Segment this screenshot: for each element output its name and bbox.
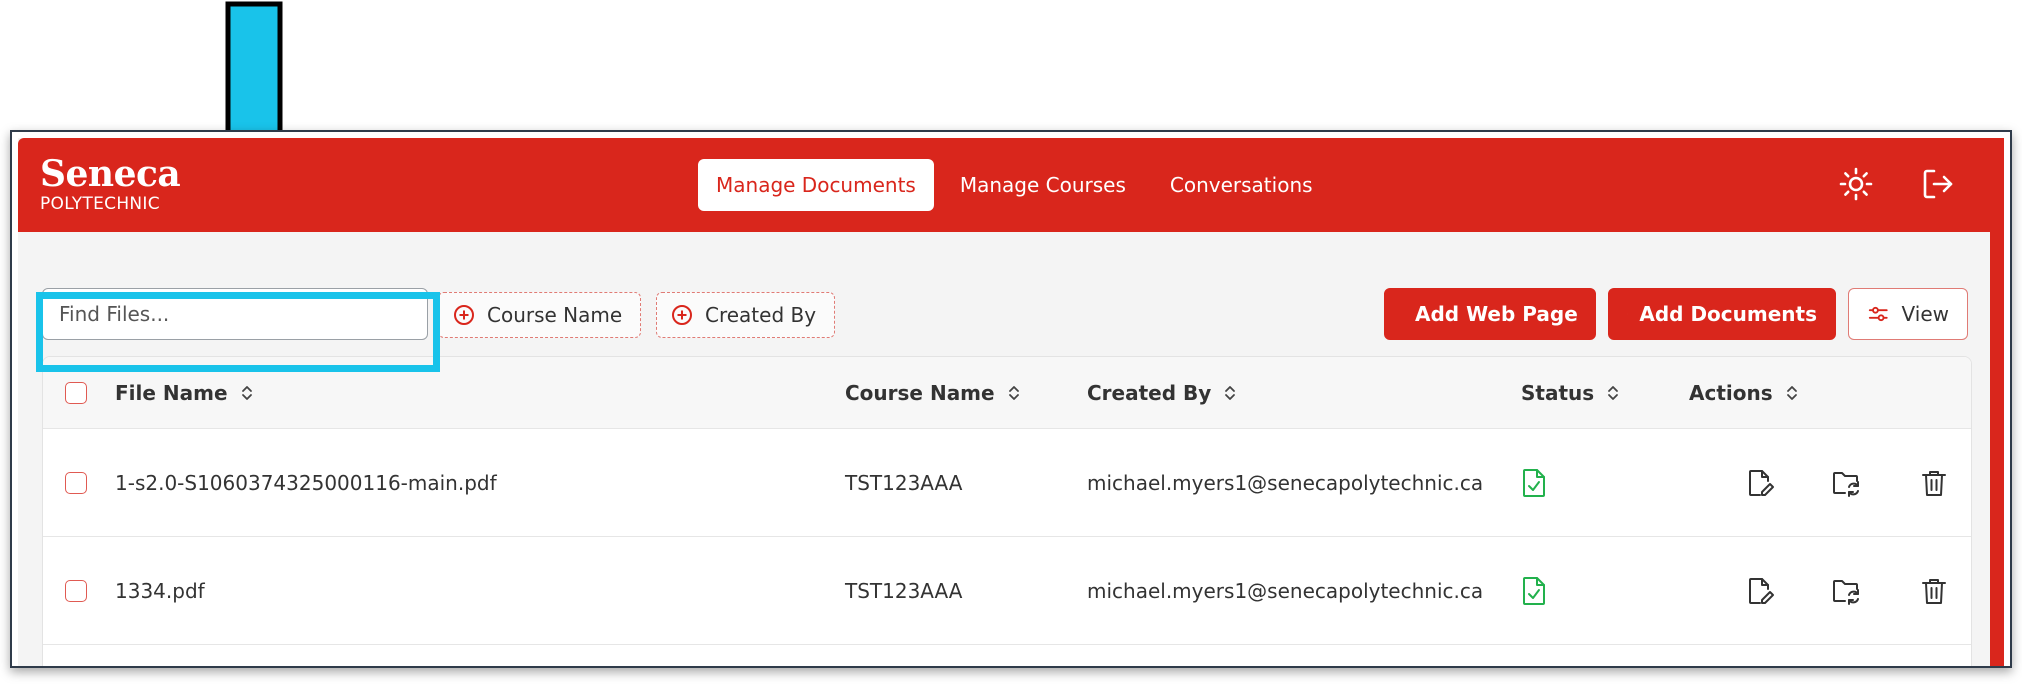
course-name-cell: TST123AAA xyxy=(845,578,963,603)
column-header-label: Created By xyxy=(1087,380,1212,405)
add-web-page-label: Add Web Page xyxy=(1415,302,1578,326)
table-row[interactable]: 1-s2.0-S1060374325000116-main.pdf TST123… xyxy=(43,429,1971,537)
edit-file-icon[interactable] xyxy=(1745,576,1775,606)
view-label: View xyxy=(1901,302,1949,326)
sort-icon[interactable] xyxy=(1785,383,1799,403)
course-name-cell: TST123AAA xyxy=(845,470,963,495)
column-header-label: Course Name xyxy=(845,380,995,405)
tab-manage-documents[interactable]: Manage Documents xyxy=(698,159,934,211)
move-folder-icon[interactable] xyxy=(1831,468,1861,498)
logo-name: Seneca xyxy=(40,153,181,195)
created-by-cell: michael.myers1@senecapolytechnic.ca xyxy=(1087,470,1484,495)
add-documents-button[interactable]: Add Documents xyxy=(1608,288,1836,340)
column-header-label: File Name xyxy=(115,380,228,405)
plus-circle-icon xyxy=(672,305,692,325)
add-documents-label: Add Documents xyxy=(1639,302,1817,326)
seneca-logo[interactable]: Seneca POLYTECHNIC xyxy=(40,153,181,214)
course-name-filter[interactable]: Course Name xyxy=(438,292,642,338)
sort-icon[interactable] xyxy=(1223,383,1237,403)
course-name-filter-label: Course Name xyxy=(487,303,623,327)
document-toolbar: Course Name Created By Add Web Page Add … xyxy=(18,288,1990,348)
file-name-cell: 1334.pdf xyxy=(115,578,205,603)
logo-subtitle: POLYTECHNIC xyxy=(40,194,160,214)
tab-conversations[interactable]: Conversations xyxy=(1152,159,1331,211)
created-by-filter[interactable]: Created By xyxy=(656,292,836,338)
browser-window: Seneca POLYTECHNIC Manage Documents Mana… xyxy=(10,130,2012,668)
sliders-icon xyxy=(1868,306,1888,322)
column-header-file-name[interactable]: File Name xyxy=(115,357,254,428)
app-frame: Seneca POLYTECHNIC Manage Documents Mana… xyxy=(18,138,2004,666)
file-name-cell: 1-s2.0-S1060374325000116-main.pdf xyxy=(115,470,497,495)
sort-icon[interactable] xyxy=(1007,383,1021,403)
column-header-created-by[interactable]: Created By xyxy=(1087,357,1237,428)
sort-icon[interactable] xyxy=(1606,383,1620,403)
add-web-page-button[interactable]: Add Web Page xyxy=(1384,288,1596,340)
column-header-course-name[interactable]: Course Name xyxy=(845,357,1021,428)
file-check-icon xyxy=(1523,468,1545,497)
created-by-cell: michael.myers1@senecapolytechnic.ca xyxy=(1087,578,1484,603)
plus-circle-icon xyxy=(454,305,474,325)
column-header-status[interactable]: Status xyxy=(1521,357,1620,428)
edit-file-icon[interactable] xyxy=(1745,468,1775,498)
column-header-actions[interactable]: Actions xyxy=(1689,357,1799,428)
table-header-row: File Name Course Name Created By Status … xyxy=(43,357,1971,429)
trash-icon[interactable] xyxy=(1919,576,1949,606)
row-checkbox[interactable] xyxy=(65,579,87,602)
column-header-label: Actions xyxy=(1689,380,1773,405)
select-all-checkbox[interactable] xyxy=(65,381,87,404)
documents-table: File Name Course Name Created By Status … xyxy=(42,356,1972,666)
created-by-filter-label: Created By xyxy=(705,303,817,327)
trash-icon[interactable] xyxy=(1919,468,1949,498)
sort-icon[interactable] xyxy=(240,383,254,403)
app-header: Seneca POLYTECHNIC Manage Documents Mana… xyxy=(18,138,1990,232)
table-row[interactable]: 1334.pdf TST123AAA michael.myers1@seneca… xyxy=(43,537,1971,645)
main-nav: Manage Documents Manage Courses Conversa… xyxy=(698,159,1331,211)
find-files-input[interactable] xyxy=(42,288,428,340)
file-check-icon xyxy=(1523,576,1545,605)
move-folder-icon[interactable] xyxy=(1831,576,1861,606)
sun-icon[interactable] xyxy=(1838,166,1874,202)
tab-manage-courses[interactable]: Manage Courses xyxy=(942,159,1144,211)
row-checkbox[interactable] xyxy=(65,471,87,494)
view-button[interactable]: View xyxy=(1848,288,1968,340)
column-header-label: Status xyxy=(1521,380,1595,405)
logout-icon[interactable] xyxy=(1920,166,1956,202)
